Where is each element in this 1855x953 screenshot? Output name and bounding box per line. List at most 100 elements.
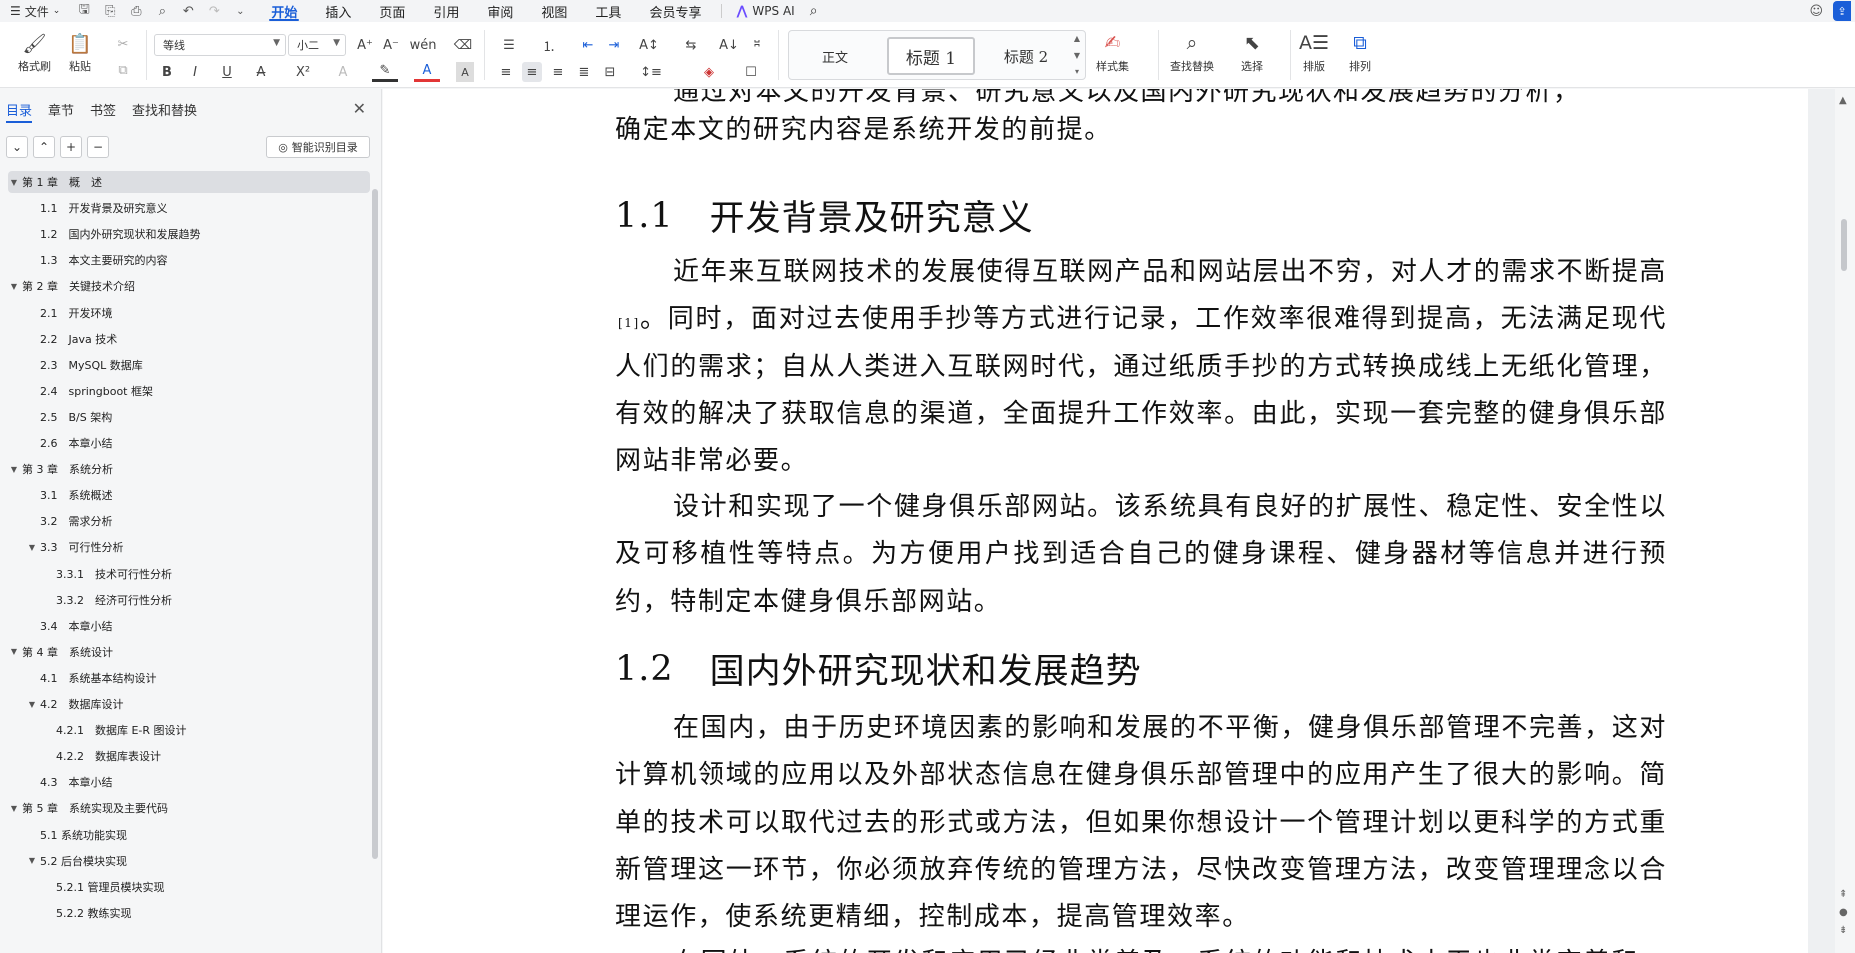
nav-tab-find-replace[interactable]: 查找和替换 [124, 89, 205, 129]
expand-icon[interactable]: ▾ [1075, 67, 1079, 76]
copy-icon[interactable]: ⧉ [112, 60, 134, 80]
layout-button[interactable]: A☰ 排版 [1299, 30, 1329, 74]
char-shading-icon[interactable]: A [456, 62, 474, 82]
toc-item[interactable]: ▼ 第 5 章 系统实现及主要代码 [8, 797, 370, 819]
expand-toggle-icon[interactable]: ▼ [26, 543, 38, 552]
border-icon[interactable]: ☐ [736, 62, 766, 82]
toc-item[interactable]: 5.2.1 管理员模块实现 [8, 876, 370, 898]
cut-icon[interactable]: ✂ [112, 34, 134, 54]
expand-toggle-icon[interactable]: ▼ [26, 856, 38, 865]
chevron-down-icon[interactable]: ▼ [1074, 51, 1080, 60]
toc-item[interactable]: 2.1 开发环境 [8, 302, 370, 324]
toc-item[interactable]: 3.1 系统概述 [8, 484, 370, 506]
find-replace-button[interactable]: ⌕ 查找替换 [1170, 30, 1214, 74]
font-color-icon[interactable]: A [414, 62, 440, 82]
wps-ai-button[interactable]: ⋀ WPS AI [728, 4, 802, 19]
select-button[interactable]: ⬉ 选择 [1238, 30, 1266, 74]
font-name-select[interactable]: 等线 ▼ [154, 34, 286, 56]
page-up-icon[interactable]: ⇞ [1839, 889, 1847, 900]
toc-item[interactable]: 3.4 本章小结 [8, 615, 370, 637]
citation-ref[interactable]: [1] [618, 316, 640, 330]
tab-insert[interactable]: 插入 [311, 0, 365, 22]
toc-item[interactable]: 2.4 springboot 框架 [8, 380, 370, 402]
tab-view[interactable]: 视图 [527, 0, 581, 22]
nav-scrollbar[interactable] [372, 189, 378, 859]
align-right-icon[interactable]: ≡ [548, 62, 568, 82]
show-marks-icon[interactable]: ⎶ [746, 35, 768, 55]
remove-heading-icon[interactable]: − [87, 136, 109, 158]
page-down-icon[interactable]: ⇟ [1839, 925, 1847, 936]
toc-item[interactable]: 3.2 需求分析 [8, 510, 370, 532]
export-icon[interactable]: ⎘ [99, 1, 121, 21]
toc-item[interactable]: 1.1 开发背景及研究意义 [8, 197, 370, 219]
expand-toggle-icon[interactable]: ▼ [8, 647, 20, 656]
phonetic-guide-icon[interactable]: wén [408, 35, 438, 55]
style-heading-2[interactable]: 标题 2 [983, 37, 1069, 75]
more-chevron-icon[interactable]: ⌄ [229, 1, 251, 21]
select-browse-icon[interactable]: ● [1839, 907, 1848, 918]
bullet-list-icon[interactable]: ☰ [496, 35, 522, 55]
undo-icon[interactable]: ↶ [177, 1, 199, 21]
toc-item[interactable]: 4.2.2 数据库表设计 [8, 745, 370, 767]
toc-item[interactable]: ▼ 3.3 可行性分析 [8, 536, 370, 558]
file-menu[interactable]: ☰ 文件 ⌄ [0, 0, 67, 22]
style-gallery-scroll[interactable]: ▲ ▼ ▾ [1071, 34, 1083, 76]
toc-item[interactable]: ▼ 第 3 章 系统分析 [8, 458, 370, 480]
toc-item[interactable]: ▼ 第 1 章 概 述 [8, 171, 370, 193]
style-set-button[interactable]: ✍ 样式集 [1096, 30, 1129, 74]
expand-toggle-icon[interactable]: ▼ [8, 465, 20, 474]
strikethrough-icon[interactable]: A [248, 62, 274, 82]
tab-tools[interactable]: 工具 [581, 0, 635, 22]
shrink-font-icon[interactable]: A⁻ [380, 35, 402, 55]
line-spacing-icon[interactable]: ↕≡ [636, 62, 666, 82]
text-effect-icon[interactable]: A [330, 62, 356, 82]
tab-home[interactable]: 开始 [257, 0, 311, 22]
toc-item[interactable]: 5.2.2 教练实现 [8, 902, 370, 924]
highlight-icon[interactable]: ✎ [372, 62, 398, 82]
nav-tab-chapters[interactable]: 章节 [40, 89, 82, 129]
expand-toggle-icon[interactable]: ▼ [26, 700, 38, 709]
arrange-button[interactable]: ⧉ 排列 [1346, 30, 1374, 74]
chinese-layout-icon[interactable]: A↕ [636, 35, 662, 55]
sort-icon[interactable]: A↓ [718, 35, 740, 55]
style-normal[interactable]: 正文 [799, 37, 871, 75]
style-heading-1[interactable]: 标题 1 [887, 37, 975, 75]
close-icon[interactable]: ✕ [353, 99, 366, 118]
toc-item[interactable]: ▼ 第 4 章 系统设计 [8, 641, 370, 663]
underline-icon[interactable]: U [214, 62, 240, 82]
share-icon[interactable]: ⇪ [1833, 1, 1851, 21]
toc-item[interactable]: 3.3.1 技术可行性分析 [8, 563, 370, 585]
scrollbar-thumb[interactable] [1841, 219, 1847, 271]
toc-item[interactable]: ▼ 5.2 后台模块实现 [8, 850, 370, 872]
numbered-list-icon[interactable]: ⒈ [536, 35, 562, 55]
clear-format-icon[interactable]: ⌫ [452, 35, 474, 55]
tab-review[interactable]: 审阅 [473, 0, 527, 22]
expand-toggle-icon[interactable]: ▼ [8, 178, 20, 187]
tab-page[interactable]: 页面 [365, 0, 419, 22]
tab-references[interactable]: 引用 [419, 0, 473, 22]
toc-item[interactable]: 4.3 本章小结 [8, 771, 370, 793]
justify-icon[interactable]: ≣ [574, 62, 594, 82]
distributed-icon[interactable]: ⊟ [600, 62, 620, 82]
redo-icon[interactable]: ↷ [203, 1, 225, 21]
toc-item[interactable]: 4.2.1 数据库 E-R 图设计 [8, 719, 370, 741]
chat-icon[interactable]: ☺ [1809, 4, 1823, 19]
toc-item[interactable]: 1.2 国内外研究现状和发展趋势 [8, 223, 370, 245]
format-painter-button[interactable]: 🖌 格式刷 [18, 30, 51, 74]
toc-item[interactable]: 2.6 本章小结 [8, 432, 370, 454]
toc-item[interactable]: ▼ 4.2 数据库设计 [8, 693, 370, 715]
search-icon[interactable]: ⌕ [803, 0, 825, 22]
tab-member[interactable]: 会员专享 [635, 0, 715, 22]
chevron-up-icon[interactable]: ▲ [1074, 34, 1080, 43]
toc-item[interactable]: 1.3 本文主要研究的内容 [8, 249, 370, 271]
text-direction-icon[interactable]: ⇆ [678, 35, 704, 55]
print-preview-icon[interactable]: ⌕ [151, 1, 173, 21]
expand-all-icon[interactable]: ⌄ [6, 136, 28, 158]
toc-item[interactable]: 3.3.2 经济可行性分析 [8, 589, 370, 611]
scroll-up-icon[interactable]: ▲ [1839, 95, 1847, 106]
font-size-select[interactable]: 小二 ▼ [288, 34, 346, 56]
expand-toggle-icon[interactable]: ▼ [8, 804, 20, 813]
italic-icon[interactable]: I [186, 62, 204, 82]
shading-icon[interactable]: ◈ [694, 62, 724, 82]
paste-button[interactable]: 📋 粘贴 [66, 30, 94, 74]
